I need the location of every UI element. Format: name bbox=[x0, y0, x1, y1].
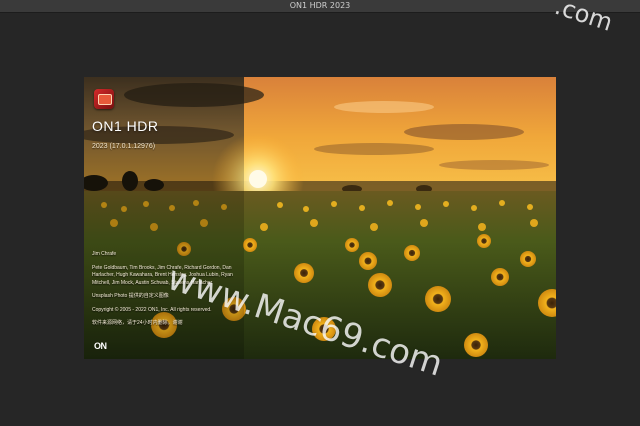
app-name: ON1 HDR bbox=[92, 118, 159, 134]
on1-logo: ON bbox=[94, 341, 107, 351]
window-titlebar[interactable]: ON1 HDR 2023 bbox=[0, 0, 640, 13]
credits-note: 软件来源网络，请于24小时内删除，谢谢 bbox=[92, 320, 183, 326]
window-title: ON1 HDR 2023 bbox=[289, 1, 351, 10]
credits-lead: Jim Chrafe bbox=[92, 251, 117, 257]
app-version: 2023 (17.0.1.12976) bbox=[92, 143, 156, 150]
on1-hdr-app-icon bbox=[94, 89, 114, 109]
